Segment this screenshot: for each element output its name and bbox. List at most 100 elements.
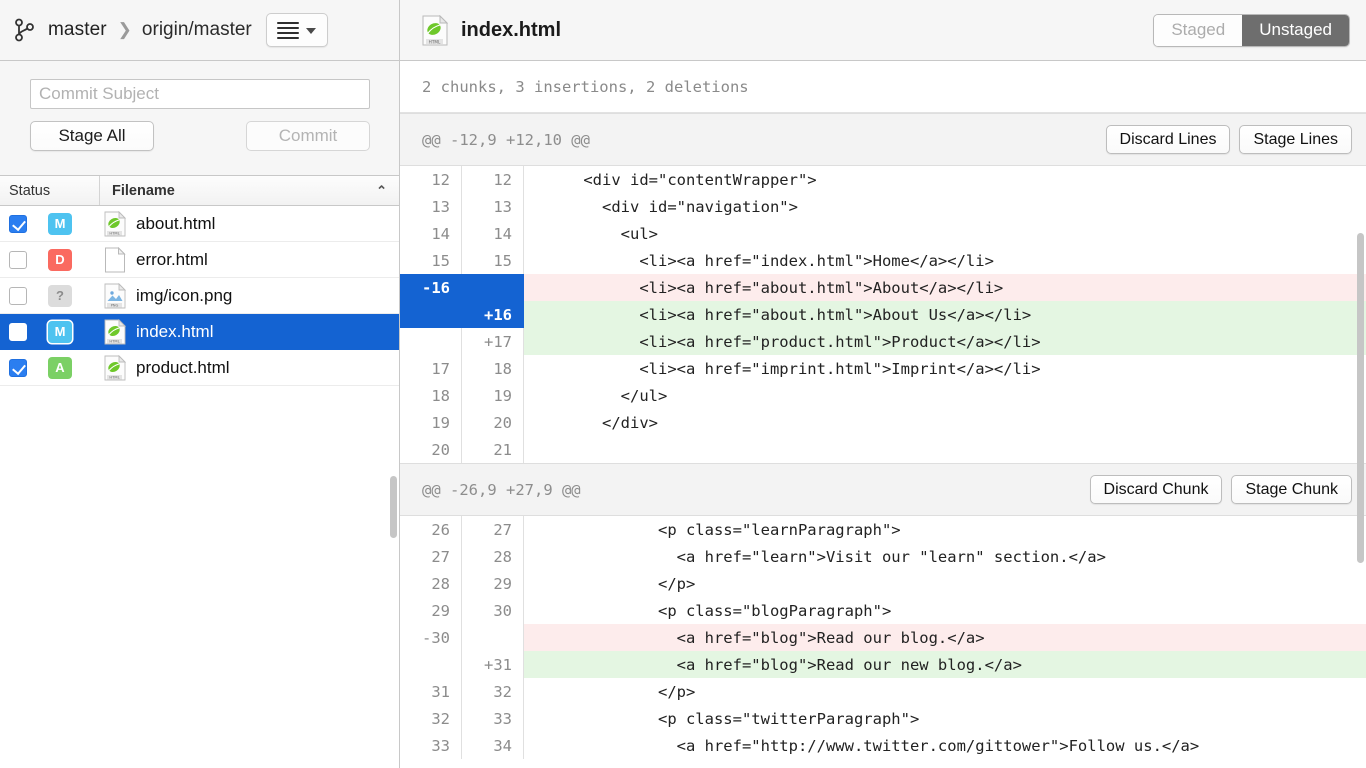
diff-line[interactable]: 14 14 <ul> xyxy=(400,220,1366,247)
diff-line[interactable]: +31 <a href="blog">Read our new blog.</a… xyxy=(400,651,1366,678)
stage-checkbox[interactable] xyxy=(9,250,27,269)
old-line-number[interactable]: 28 xyxy=(400,570,462,597)
file-row-product-html[interactable]: A HTML product.html xyxy=(0,350,399,386)
column-header-status[interactable]: Status xyxy=(0,176,100,205)
diff-line[interactable]: 13 13 <div id="navigation"> xyxy=(400,193,1366,220)
new-line-number[interactable]: 34 xyxy=(462,732,524,759)
stage-checkbox[interactable] xyxy=(9,358,27,377)
diff-line-code: <a href="blog">Read our new blog.</a> xyxy=(524,651,1366,678)
diff-line[interactable]: 27 28 <a href="learn">Visit our "learn" s… xyxy=(400,543,1366,570)
commit-button[interactable]: Commit xyxy=(246,121,370,151)
new-line-number[interactable]: 19 xyxy=(462,382,524,409)
old-line-number[interactable]: -16 xyxy=(400,274,462,301)
new-line-number[interactable]: 13 xyxy=(462,193,524,220)
diff-line[interactable]: 31 32 </p> xyxy=(400,678,1366,705)
diff-line[interactable]: -30 <a href="blog">Read our blog.</a> xyxy=(400,624,1366,651)
staged-unstaged-toggle[interactable]: Staged Unstaged xyxy=(1153,13,1350,47)
old-line-number[interactable]: 33 xyxy=(400,732,462,759)
diff-line[interactable]: +16 <li><a href="about.html">About Us</a… xyxy=(400,301,1366,328)
app-window: master ❯ origin/master Stage All Commit … xyxy=(0,0,1366,768)
filename-label: error.html xyxy=(136,249,208,269)
diff-line-code: <a href="http://www.twitter.com/gittower… xyxy=(524,732,1366,759)
sidebar-scrollbar-thumb[interactable] xyxy=(390,476,397,538)
diff-line-code: <p class="blogParagraph"> xyxy=(524,597,1366,624)
file-list[interactable]: M HTML about.html Derror.html? PNG img/icon.p… xyxy=(0,206,399,768)
new-line-number[interactable]: 32 xyxy=(462,678,524,705)
diff-line[interactable]: 19 20 </div> xyxy=(400,409,1366,436)
remote-branch-label[interactable]: origin/master xyxy=(142,19,252,41)
stage-checkbox[interactable] xyxy=(9,322,27,341)
new-line-number[interactable]: 28 xyxy=(462,543,524,570)
old-line-number[interactable]: 31 xyxy=(400,678,462,705)
old-line-number[interactable]: 26 xyxy=(400,516,462,543)
diff-line[interactable]: -16 <li><a href="about.html">About</a></… xyxy=(400,274,1366,301)
stage-all-button[interactable]: Stage All xyxy=(30,121,154,151)
old-line-number[interactable]: 18 xyxy=(400,382,462,409)
new-line-number[interactable]: +16 xyxy=(462,301,524,328)
old-line-number[interactable] xyxy=(400,328,462,355)
old-line-number[interactable]: 12 xyxy=(400,166,462,193)
new-line-number[interactable]: +17 xyxy=(462,328,524,355)
new-line-number[interactable]: 30 xyxy=(462,597,524,624)
diff-line[interactable]: 32 33 <p class="twitterParagraph"> xyxy=(400,705,1366,732)
new-line-number[interactable]: 29 xyxy=(462,570,524,597)
stage-button[interactable]: Stage Lines xyxy=(1239,125,1352,154)
diff-line-code: <div id="contentWrapper"> xyxy=(524,166,1366,193)
column-header-filename[interactable]: Filename ⌃ xyxy=(100,183,399,199)
diff-line[interactable]: 29 30 <p class="blogParagraph"> xyxy=(400,597,1366,624)
old-line-number[interactable]: 20 xyxy=(400,436,462,463)
new-line-number[interactable]: 12 xyxy=(462,166,524,193)
discard-button[interactable]: Discard Chunk xyxy=(1089,475,1223,504)
new-line-number[interactable]: 21 xyxy=(462,436,524,463)
old-line-number[interactable]: 14 xyxy=(400,220,462,247)
tab-staged[interactable]: Staged xyxy=(1154,14,1243,46)
new-line-number[interactable]: 18 xyxy=(462,355,524,382)
new-line-number[interactable]: 15 xyxy=(462,247,524,274)
new-line-number[interactable]: 20 xyxy=(462,409,524,436)
diff-line-code: <a href="blog">Read our blog.</a> xyxy=(524,624,1366,651)
old-line-number[interactable]: 15 xyxy=(400,247,462,274)
branch-menu-button[interactable] xyxy=(265,13,328,47)
diff-line[interactable]: 17 18 <li><a href="imprint.html">Imprint<… xyxy=(400,355,1366,382)
old-line-number[interactable]: 17 xyxy=(400,355,462,382)
status-badge-slot: ? xyxy=(27,284,93,307)
stage-checkbox[interactable] xyxy=(9,214,27,233)
breadcrumb-separator-icon: ❯ xyxy=(117,20,132,39)
tab-unstaged[interactable]: Unstaged xyxy=(1242,14,1349,46)
discard-button[interactable]: Discard Lines xyxy=(1105,125,1231,154)
new-line-number[interactable]: 27 xyxy=(462,516,524,543)
file-row-about-html[interactable]: M HTML about.html xyxy=(0,206,399,242)
new-line-number[interactable]: 14 xyxy=(462,220,524,247)
diff-line[interactable]: 12 12 <div id="contentWrapper"> xyxy=(400,166,1366,193)
diff-scroll-area[interactable]: @@ -12,9 +12,10 @@ Discard Lines Stage Lin… xyxy=(400,113,1366,768)
diff-line[interactable]: 15 15 <li><a href="index.html">Home</a></… xyxy=(400,247,1366,274)
diff-line[interactable]: 18 19 </ul> xyxy=(400,382,1366,409)
commit-subject-input[interactable] xyxy=(30,79,370,109)
old-line-number[interactable]: 32 xyxy=(400,705,462,732)
diff-line-code: </p> xyxy=(524,678,1366,705)
old-line-number[interactable]: 13 xyxy=(400,193,462,220)
diff-line[interactable]: 33 34 <a href="http://www.twitter.com/git… xyxy=(400,732,1366,759)
old-line-number[interactable]: -30 xyxy=(400,624,462,651)
old-line-number[interactable]: 29 xyxy=(400,597,462,624)
new-line-number[interactable] xyxy=(462,624,524,651)
file-row-index-html[interactable]: M HTML index.html xyxy=(0,314,399,350)
diff-line[interactable]: 26 27 <p class="learnParagraph"> xyxy=(400,516,1366,543)
old-line-number[interactable]: 19 xyxy=(400,409,462,436)
new-line-number[interactable]: +31 xyxy=(462,651,524,678)
diff-scrollbar-thumb[interactable] xyxy=(1357,233,1364,563)
old-line-number[interactable] xyxy=(400,301,462,328)
stage-button[interactable]: Stage Chunk xyxy=(1231,475,1352,504)
local-branch-label[interactable]: master xyxy=(48,19,107,41)
file-row-error-html[interactable]: Derror.html xyxy=(0,242,399,278)
new-line-number[interactable] xyxy=(462,274,524,301)
old-line-number[interactable]: 27 xyxy=(400,543,462,570)
old-line-number[interactable] xyxy=(400,651,462,678)
diff-line[interactable]: 20 21 xyxy=(400,436,1366,463)
new-line-number[interactable]: 33 xyxy=(462,705,524,732)
file-row-img-icon-png[interactable]: ? PNG img/icon.png xyxy=(0,278,399,314)
diff-line[interactable]: 28 29 </p> xyxy=(400,570,1366,597)
diff-line[interactable]: +17 <li><a href="product.html">Product</… xyxy=(400,328,1366,355)
status-badge-slot: M xyxy=(27,212,93,235)
stage-checkbox[interactable] xyxy=(9,286,27,305)
